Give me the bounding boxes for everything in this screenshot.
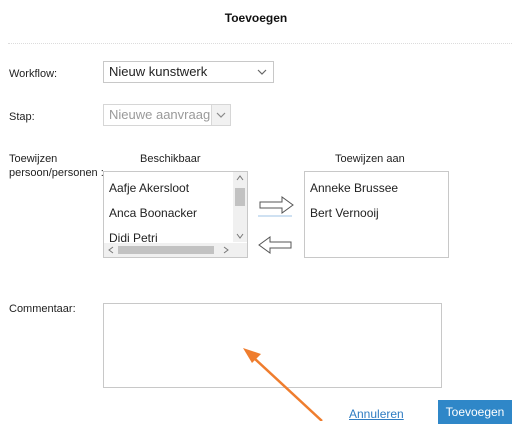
- stap-select-value: Nieuwe aanvraag: [109, 107, 211, 122]
- workflow-select[interactable]: Nieuw kunstwerk: [103, 61, 274, 83]
- assigned-header: Toewijzen aan: [335, 153, 405, 165]
- stap-label: Stap:: [9, 111, 35, 123]
- scroll-left-icon[interactable]: [108, 246, 114, 254]
- cancel-link[interactable]: Annuleren: [349, 407, 404, 421]
- scroll-right-icon[interactable]: [223, 246, 229, 254]
- assign-label-line1: Toewijzen: [9, 153, 58, 165]
- move-left-button[interactable]: [258, 234, 294, 256]
- list-item[interactable]: Bert Vernooij: [305, 200, 403, 225]
- available-list[interactable]: Aafje Akersloot Anca Boonacker Didi Petr…: [103, 171, 248, 258]
- scrollbar-thumb[interactable]: [235, 188, 245, 206]
- list-item[interactable]: Anca Boonacker: [104, 200, 202, 225]
- list-item[interactable]: Aafje Akersloot: [104, 175, 202, 200]
- stap-select[interactable]: Nieuwe aanvraag: [103, 104, 231, 126]
- horizontal-scrollbar[interactable]: [104, 243, 233, 257]
- chevron-down-icon: [216, 112, 226, 118]
- workflow-select-value: Nieuw kunstwerk: [109, 64, 208, 79]
- assign-label-line2: persoon/personen :: [9, 167, 104, 179]
- vertical-scrollbar[interactable]: [233, 172, 247, 242]
- comment-label: Commentaar:: [9, 303, 76, 315]
- move-right-button[interactable]: [256, 193, 296, 219]
- arrow-right-icon: [258, 196, 294, 217]
- chevron-down-icon: [257, 69, 267, 75]
- stap-select-button: [211, 105, 230, 125]
- arrow-left-icon: [258, 236, 292, 254]
- dialog-title: Toevoegen: [224, 11, 288, 25]
- comment-textarea[interactable]: [103, 303, 442, 388]
- assign-label: Toewijzen persoon/personen :: [9, 152, 104, 180]
- scroll-down-icon[interactable]: [236, 233, 244, 239]
- scrollbar-corner: [233, 243, 247, 257]
- available-header: Beschikbaar: [140, 153, 201, 165]
- scroll-up-icon[interactable]: [236, 175, 244, 181]
- workflow-label: Workflow:: [9, 68, 58, 80]
- add-button[interactable]: Toevoegen: [438, 400, 512, 424]
- list-item[interactable]: Anneke Brussee: [305, 175, 403, 200]
- assigned-list[interactable]: Anneke Brussee Bert Vernooij: [304, 171, 449, 258]
- scrollbar-thumb[interactable]: [118, 246, 214, 254]
- title-divider: [8, 43, 512, 44]
